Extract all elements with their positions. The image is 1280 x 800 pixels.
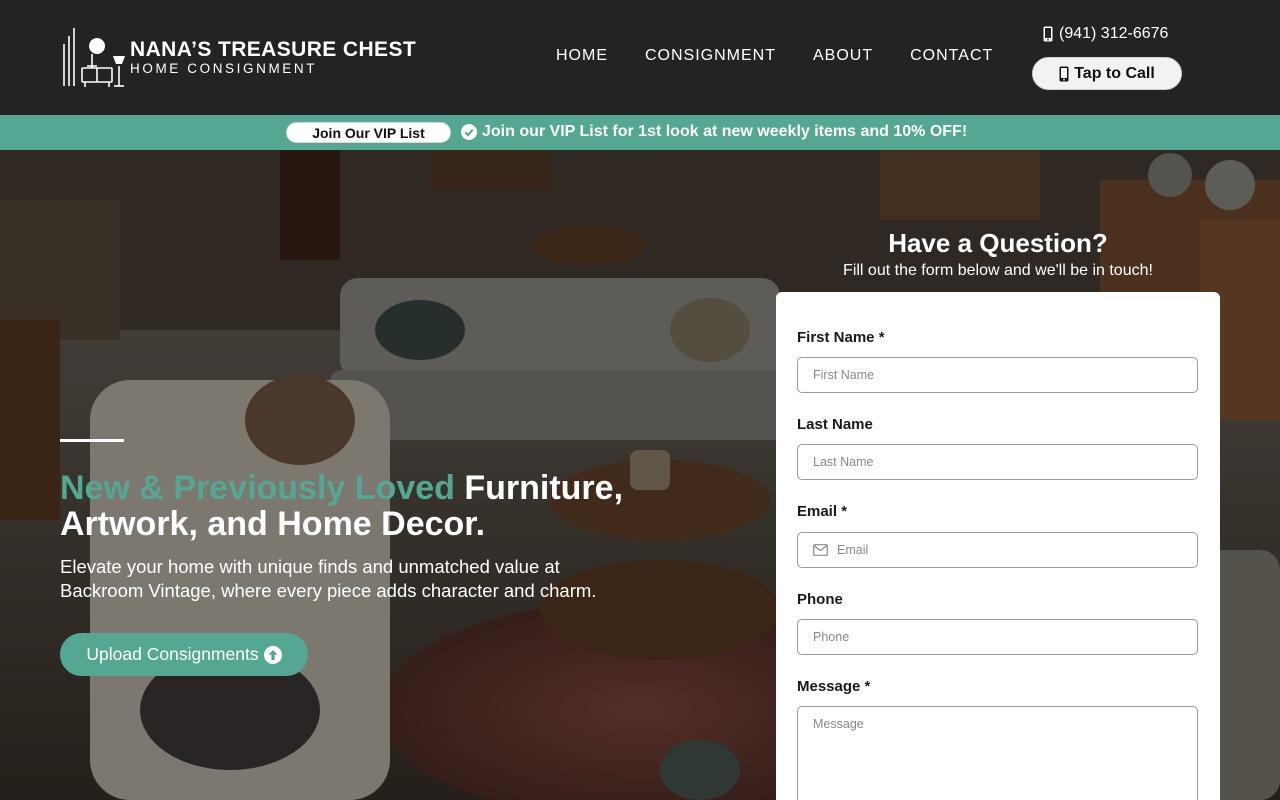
nav-home[interactable]: HOME xyxy=(556,46,608,66)
arrow-up-circle-icon xyxy=(263,645,282,664)
site-header: NANA’S TREASURE CHEST HOME CONSIGNMENT H… xyxy=(0,0,1280,115)
tap-to-call-label: Tap to Call xyxy=(1074,64,1155,82)
phone-number: (941) 312-6676 xyxy=(1059,25,1169,42)
message-field[interactable] xyxy=(797,706,1198,800)
headline-rest-2: Artwork, and Home Decor. xyxy=(60,505,486,543)
join-vip-button[interactable]: Join Our VIP List xyxy=(286,122,451,143)
upload-consignments-label: Upload Consignments xyxy=(86,644,259,664)
contact-form: First Name * Last Name Email * Phone Mes… xyxy=(776,292,1220,800)
envelope-icon xyxy=(813,544,828,556)
mobile-phone-icon xyxy=(1059,66,1069,82)
hero-headline: New & Previously Loved Furniture, Artwor… xyxy=(60,470,680,542)
upload-consignments-button[interactable]: Upload Consignments xyxy=(60,633,308,676)
hero-section: New & Previously Loved Furniture, Artwor… xyxy=(0,150,1280,800)
nav-consignment[interactable]: CONSIGNMENT xyxy=(645,46,776,66)
email-label: Email * xyxy=(797,503,848,520)
tap-to-call-button[interactable]: Tap to Call xyxy=(1032,57,1182,90)
first-name-input[interactable] xyxy=(813,368,1197,382)
brand-title: NANA’S TREASURE CHEST xyxy=(130,37,417,61)
phone-number-link[interactable]: (941) 312-6676 xyxy=(1043,25,1168,43)
vip-message: Join our VIP List for 1st look at new we… xyxy=(461,123,967,141)
mobile-phone-icon xyxy=(1043,26,1053,42)
first-name-label: First Name * xyxy=(797,329,885,346)
vip-banner: Join Our VIP List Join our VIP List for … xyxy=(0,115,1280,150)
first-name-field[interactable] xyxy=(797,357,1198,393)
email-field[interactable] xyxy=(797,532,1198,568)
hero-divider xyxy=(60,439,124,442)
last-name-label: Last Name xyxy=(797,416,873,433)
last-name-field[interactable] xyxy=(797,444,1198,480)
nav-about[interactable]: ABOUT xyxy=(813,46,873,66)
hero-subtext: Elevate your home with unique finds and … xyxy=(60,556,597,601)
form-subtitle: Fill out the form below and we'll be in … xyxy=(843,262,1153,279)
main-nav: HOME CONSIGNMENT ABOUT CONTACT xyxy=(556,46,993,66)
phone-label: Phone xyxy=(797,591,843,608)
check-circle-icon xyxy=(461,124,477,140)
form-title: Have a Question? xyxy=(888,228,1108,258)
message-textarea[interactable] xyxy=(813,717,1197,800)
brand-subtitle: HOME CONSIGNMENT xyxy=(130,60,318,76)
brand-logo[interactable]: NANA’S TREASURE CHEST HOME CONSIGNMENT xyxy=(60,26,416,88)
lamp-cabinet-logo-icon xyxy=(63,28,125,87)
headline-accent: New & Previously Loved xyxy=(60,469,455,507)
headline-rest-1: Furniture, xyxy=(454,469,624,507)
nav-contact[interactable]: CONTACT xyxy=(910,46,993,66)
phone-input[interactable] xyxy=(813,630,1197,644)
contact-form-header: Have a Question? Fill out the form below… xyxy=(776,228,1220,280)
last-name-input[interactable] xyxy=(813,455,1197,469)
vip-message-text: Join our VIP List for 1st look at new we… xyxy=(482,123,968,140)
message-label: Message * xyxy=(797,678,871,695)
email-input[interactable] xyxy=(837,543,1197,557)
phone-field[interactable] xyxy=(797,619,1198,655)
